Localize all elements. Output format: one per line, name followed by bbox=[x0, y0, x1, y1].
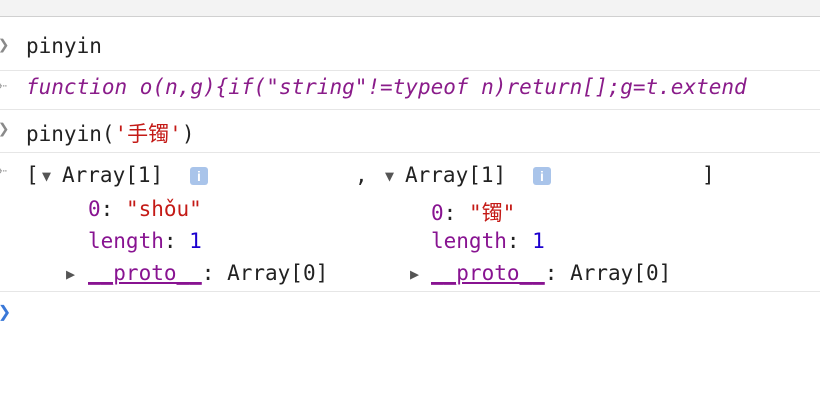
info-icon[interactable]: i bbox=[533, 167, 551, 185]
console-input-row[interactable]: ❯ pinyin bbox=[0, 30, 820, 71]
function-body: o(n,g){if("string"!=typeof n)return[];g=… bbox=[127, 75, 747, 99]
array-separator-comma: , bbox=[355, 163, 368, 187]
open-bracket: [ bbox=[26, 163, 39, 187]
expand-triangle-icon[interactable]: ▶ bbox=[66, 265, 75, 283]
chevron-right-icon: ❯ bbox=[0, 34, 9, 56]
proto-key: __proto__ bbox=[431, 261, 545, 285]
console-result-block: ⇠ [ ▼ Array[1] i , ▼ Array[1] i ] 0: "sh… bbox=[0, 153, 820, 292]
console-command-text: pinyin bbox=[26, 34, 102, 58]
function-call: pinyin( bbox=[26, 122, 115, 146]
array-1-length-property: length: 1 bbox=[88, 229, 202, 253]
console-top-strip bbox=[0, 0, 820, 17]
proto-value: : Array[0] bbox=[544, 261, 672, 285]
array-label-1[interactable]: Array[1] bbox=[62, 163, 163, 187]
property-key: length bbox=[88, 229, 164, 253]
property-value: 1 bbox=[532, 229, 545, 253]
collapse-triangle-icon[interactable]: ▼ bbox=[385, 167, 394, 185]
function-source-text[interactable]: function o(n,g){if("string"!=typeof n)re… bbox=[26, 75, 747, 99]
property-value: 1 bbox=[189, 229, 202, 253]
console-command-text-2: pinyin('手镯') bbox=[26, 118, 194, 148]
proto-key: __proto__ bbox=[88, 261, 202, 285]
function-keyword: function bbox=[26, 75, 128, 99]
property-value: "shǒu" bbox=[125, 197, 202, 221]
collapse-triangle-icon[interactable]: ▼ bbox=[42, 167, 51, 185]
expand-triangle-icon[interactable]: ▶ bbox=[410, 265, 419, 283]
array-2-proto-property[interactable]: __proto__: Array[0] bbox=[431, 261, 671, 285]
array-1-index-property: 0: "shǒu" bbox=[88, 197, 202, 221]
console-input-row-2[interactable]: ❯ pinyin('手镯') bbox=[0, 110, 820, 153]
property-key: length bbox=[431, 229, 507, 253]
close-paren: ) bbox=[181, 122, 195, 146]
console-prompt[interactable]: ❯ bbox=[0, 292, 820, 400]
property-key: 0 bbox=[88, 197, 101, 221]
array-2-index-property: 0: "镯" bbox=[431, 201, 516, 225]
prompt-chevron-icon: ❯ bbox=[0, 300, 11, 325]
property-value: "镯" bbox=[468, 201, 516, 225]
console-output-row[interactable]: ⇠ function o(n,g){if("string"!=typeof n)… bbox=[0, 71, 820, 110]
info-icon[interactable]: i bbox=[190, 167, 208, 185]
property-key: 0 bbox=[431, 201, 444, 225]
array-2-length-property: length: 1 bbox=[431, 229, 545, 253]
close-bracket: ] bbox=[702, 163, 715, 187]
return-arrow-icon: ⇠ bbox=[0, 76, 7, 94]
proto-value: : Array[0] bbox=[201, 261, 329, 285]
array-1-proto-property[interactable]: __proto__: Array[0] bbox=[88, 261, 328, 285]
array-label-2[interactable]: Array[1] bbox=[405, 163, 506, 187]
chevron-right-icon: ❯ bbox=[0, 118, 9, 140]
return-arrow-icon: ⇠ bbox=[0, 161, 7, 179]
string-argument: '手镯' bbox=[114, 122, 182, 146]
